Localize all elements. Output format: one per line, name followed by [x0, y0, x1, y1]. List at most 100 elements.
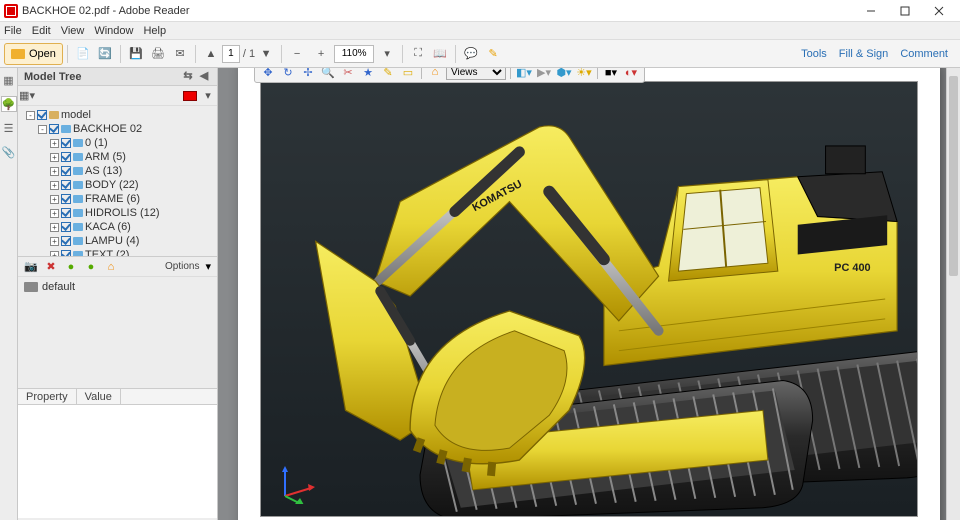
open-button[interactable]: Open	[4, 43, 63, 65]
tree-node[interactable]: +KACA (6)	[18, 220, 217, 234]
tree-checkbox[interactable]	[61, 208, 71, 218]
minimize-button[interactable]	[854, 1, 888, 21]
tree-node[interactable]: +FRAME (6)	[18, 192, 217, 206]
fit-page-icon[interactable]: ⛶	[407, 43, 429, 65]
page-current[interactable]: 1	[222, 45, 240, 63]
print-icon[interactable]: 🖨	[147, 43, 169, 65]
view-delete-icon[interactable]: ✖	[44, 260, 58, 274]
model-tree[interactable]: -model-BACKHOE 02+0 (1)+ARM (5)+AS (13)+…	[18, 106, 217, 256]
view-prev-icon[interactable]: ●	[64, 260, 78, 274]
3d-rotate-icon[interactable]: ✥	[259, 68, 277, 81]
3d-views-select[interactable]: Views	[446, 68, 506, 80]
3d-spin-icon[interactable]: ↻	[279, 68, 297, 81]
tree-node[interactable]: -model	[18, 108, 217, 122]
tools-link[interactable]: Tools	[801, 48, 827, 60]
annotate-icon[interactable]: 💬	[460, 43, 482, 65]
tree-node[interactable]: +0 (1)	[18, 136, 217, 150]
3d-bgcolor-icon[interactable]: ■▾	[602, 68, 620, 81]
tree-node[interactable]: +AS (13)	[18, 164, 217, 178]
tree-checkbox[interactable]	[61, 250, 71, 256]
close-button[interactable]	[922, 1, 956, 21]
tree-checkbox[interactable]	[61, 194, 71, 204]
3d-section-icon[interactable]: ◐▾	[622, 68, 640, 81]
tree-node[interactable]: +HIDROLIS (12)	[18, 206, 217, 220]
highlight-icon[interactable]: ✎	[482, 43, 504, 65]
expand-icon[interactable]: +	[50, 237, 59, 246]
tree-node[interactable]: +ARM (5)	[18, 150, 217, 164]
3d-roll-icon[interactable]: ✎	[379, 68, 397, 81]
expand-icon[interactable]: -	[38, 125, 47, 134]
fillsign-link[interactable]: Fill & Sign	[839, 48, 889, 60]
3d-zoom-icon[interactable]: 🔍	[319, 68, 337, 81]
attachments-tab-icon[interactable]: 📎	[1, 144, 17, 160]
convert-icon[interactable]: 🔄	[94, 43, 116, 65]
tree-node[interactable]: +LAMPU (4)	[18, 234, 217, 248]
menu-edit[interactable]: Edit	[32, 25, 51, 37]
3d-walk-icon[interactable]: ★	[359, 68, 377, 81]
3d-viewport[interactable]: PC 400 KOMATSU	[260, 81, 918, 517]
tree-checkbox[interactable]	[61, 166, 71, 176]
highlight-color-swatch[interactable]	[183, 91, 197, 101]
expand-icon[interactable]: +	[50, 223, 59, 232]
tree-checkbox[interactable]	[37, 110, 47, 120]
expand-icon[interactable]: +	[50, 153, 59, 162]
scrollbar-thumb[interactable]	[949, 76, 958, 276]
model-tree-tab-icon[interactable]: 🌳	[1, 96, 17, 112]
3d-projection-icon[interactable]: ◧▾	[515, 68, 533, 81]
menu-view[interactable]: View	[61, 25, 85, 37]
tree-node[interactable]: +TEXT (2)	[18, 248, 217, 256]
tree-node[interactable]: - BACKHOE 02	[18, 122, 217, 136]
tree-checkbox[interactable]	[61, 138, 71, 148]
view-next-icon[interactable]: ●	[84, 260, 98, 274]
bookmarks-tab-icon[interactable]: ☰	[1, 120, 17, 136]
3d-play-icon[interactable]: ▶▾	[535, 68, 553, 81]
3d-measure-icon[interactable]: ✂	[339, 68, 357, 81]
views-options-dropdown-icon[interactable]: ▾	[205, 260, 211, 273]
prev-page-icon[interactable]: ▲	[200, 43, 222, 65]
expand-icon[interactable]: +	[50, 181, 59, 190]
email-icon[interactable]: ✉	[169, 43, 191, 65]
tree-checkbox[interactable]	[61, 236, 71, 246]
menu-window[interactable]: Window	[94, 25, 133, 37]
maximize-button[interactable]	[888, 1, 922, 21]
document-area[interactable]: ✥ ↻ ✢ 🔍 ✂ ★ ✎ ▭ ⌂ Views ◧▾ ▶▾ ⬢▾ ☀▾ ■▾ ◐…	[218, 68, 960, 520]
panel-menu-icon[interactable]: ⇆	[181, 70, 195, 84]
3d-pan-icon[interactable]: ✢	[299, 68, 317, 81]
zoom-in-icon[interactable]: +	[310, 43, 332, 65]
expand-icon[interactable]: +	[50, 195, 59, 204]
3d-fly-icon[interactable]: ▭	[399, 68, 417, 81]
save-icon[interactable]: 💾	[125, 43, 147, 65]
zoom-out-icon[interactable]: −	[286, 43, 308, 65]
thumbnails-tab-icon[interactable]: ▦	[1, 72, 17, 88]
tree-checkbox[interactable]	[61, 152, 71, 162]
color-dropdown-icon[interactable]: ▾	[203, 90, 213, 102]
vertical-scrollbar[interactable]	[946, 68, 960, 520]
tree-checkbox[interactable]	[49, 124, 59, 134]
tree-node[interactable]: +BODY (22)	[18, 178, 217, 192]
menu-file[interactable]: File	[4, 25, 22, 37]
create-pdf-icon[interactable]: 📄	[72, 43, 94, 65]
next-page-icon[interactable]: ▼	[255, 43, 277, 65]
3d-home-icon[interactable]: ⌂	[426, 68, 444, 81]
read-mode-icon[interactable]: 📖	[429, 43, 451, 65]
3d-render-icon[interactable]: ⬢▾	[555, 68, 573, 81]
panel-collapse-icon[interactable]: ◀	[197, 70, 211, 84]
expand-icon[interactable]: +	[50, 209, 59, 218]
zoom-field[interactable]	[334, 45, 374, 63]
comment-link[interactable]: Comment	[900, 48, 948, 60]
view-back-icon[interactable]: 📷	[24, 260, 38, 274]
tree-display-icon[interactable]: ▦▾	[22, 90, 32, 102]
view-item-default[interactable]: default	[24, 281, 211, 293]
view-home-icon[interactable]: ⌂	[104, 260, 118, 274]
zoom-dropdown-icon[interactable]: ▾	[376, 43, 398, 65]
expand-icon[interactable]: +	[50, 139, 59, 148]
tree-checkbox[interactable]	[61, 222, 71, 232]
tree-label: BACKHOE 02	[73, 123, 142, 135]
views-options[interactable]: Options	[165, 261, 199, 272]
expand-icon[interactable]: -	[26, 111, 35, 120]
expand-icon[interactable]: +	[50, 167, 59, 176]
3d-light-icon[interactable]: ☀▾	[575, 68, 593, 81]
tree-checkbox[interactable]	[61, 180, 71, 190]
tree-label: TEXT (2)	[85, 249, 129, 256]
menu-help[interactable]: Help	[143, 25, 166, 37]
